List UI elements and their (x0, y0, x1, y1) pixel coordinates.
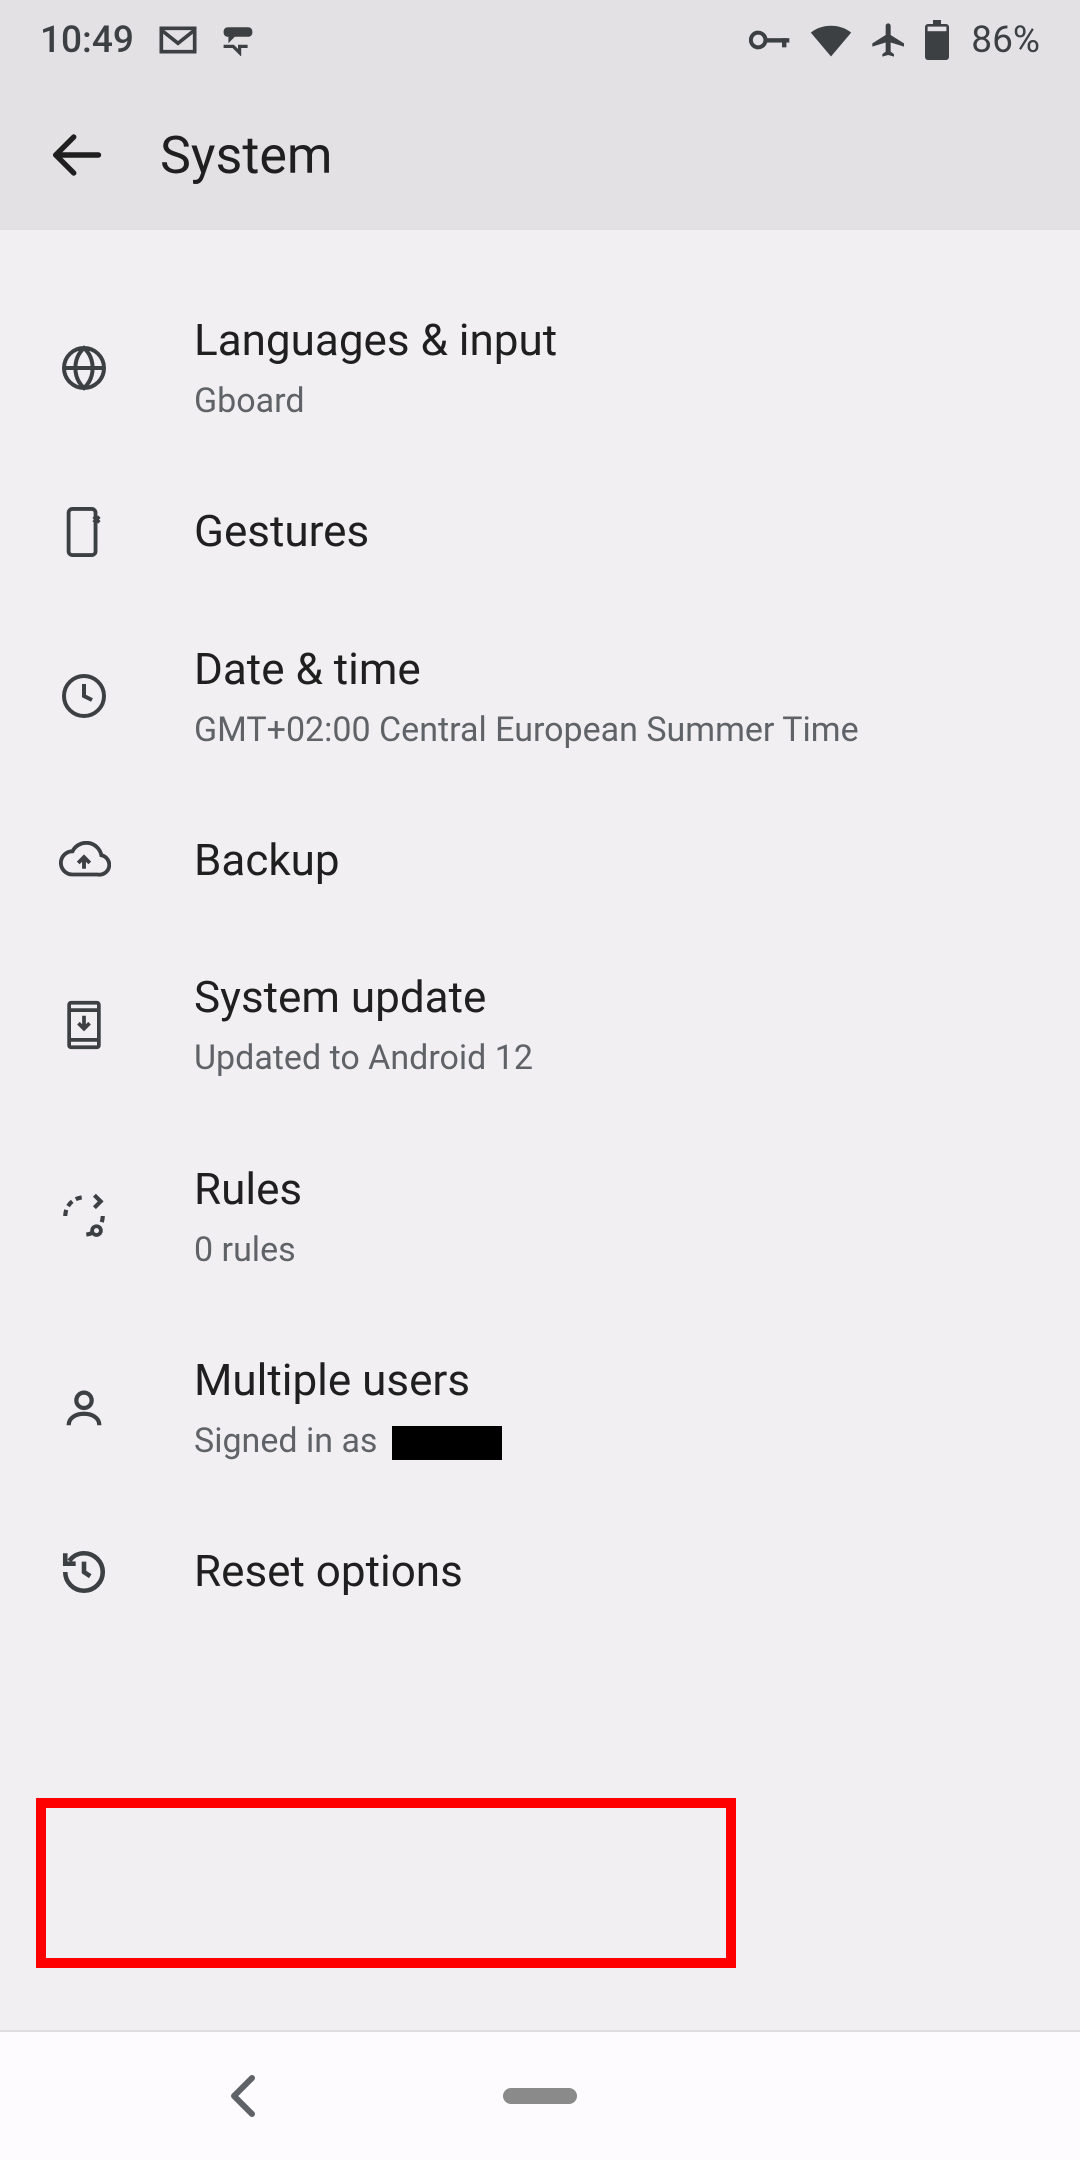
item-title: System update (194, 969, 533, 1026)
item-title: Reset options (194, 1543, 463, 1600)
highlight-annotation (36, 1798, 736, 1968)
reset-options-item[interactable]: Reset options (0, 1503, 1080, 1640)
cloud-upload-icon (54, 841, 114, 881)
rules-item[interactable]: Rules 0 rules (0, 1121, 1080, 1312)
redacted-username (392, 1426, 502, 1460)
airplane-icon (869, 20, 909, 60)
history-icon (54, 1547, 114, 1597)
vpn-key-icon (749, 28, 793, 52)
back-button[interactable] (40, 119, 112, 191)
clock-icon (54, 672, 114, 720)
item-subtitle: GMT+02:00 Central European Summer Time (194, 708, 859, 752)
rules-icon (54, 1191, 114, 1241)
item-title: Rules (194, 1161, 302, 1218)
system-update-icon (54, 999, 114, 1051)
navigation-bar (0, 2030, 1080, 2160)
item-title: Multiple users (194, 1352, 502, 1409)
item-subtitle: Signed in as (194, 1419, 502, 1463)
status-time: 10:49 (40, 19, 134, 62)
gestures-item[interactable]: Gestures (0, 463, 1080, 600)
battery-icon (925, 20, 949, 60)
person-icon (54, 1385, 114, 1431)
item-subtitle: 0 rules (194, 1228, 302, 1272)
item-title: Languages & input (194, 312, 557, 369)
settings-list: Languages & input Gboard Gestures Date &… (0, 230, 1080, 1640)
date-time-item[interactable]: Date & time GMT+02:00 Central European S… (0, 601, 1080, 792)
wifi-icon (809, 23, 853, 57)
status-bar: 10:49 86% (0, 0, 1080, 80)
item-title: Backup (194, 832, 340, 889)
globe-icon (54, 344, 114, 392)
languages-input-item[interactable]: Languages & input Gboard (0, 272, 1080, 463)
item-title: Date & time (194, 641, 859, 698)
home-handle[interactable] (503, 2088, 577, 2104)
multiple-users-item[interactable]: Multiple users Signed in as (0, 1312, 1080, 1503)
notification-icon (218, 24, 258, 56)
gmail-icon (158, 25, 198, 55)
arrow-left-icon (49, 128, 103, 182)
item-subtitle: Gboard (194, 379, 557, 423)
system-update-item[interactable]: System update Updated to Android 12 (0, 929, 1080, 1120)
item-title: Gestures (194, 503, 369, 560)
backup-item[interactable]: Backup (0, 792, 1080, 929)
page-title: System (160, 125, 333, 186)
app-bar: System (0, 80, 1080, 230)
item-subtitle: Updated to Android 12 (194, 1036, 533, 1080)
battery-percent: 86% (971, 19, 1040, 62)
gestures-icon (54, 507, 114, 557)
nav-back-button[interactable] (228, 2074, 256, 2118)
